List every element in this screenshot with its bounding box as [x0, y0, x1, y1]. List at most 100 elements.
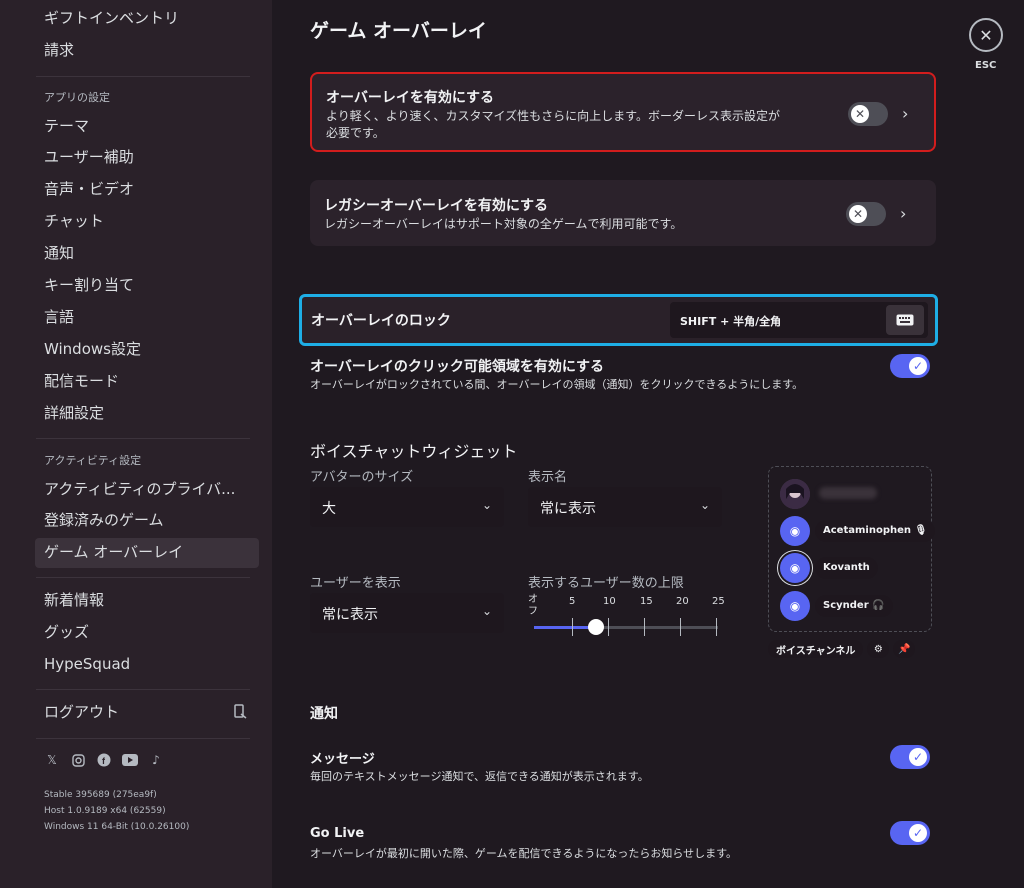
discord-icon: ◉ — [780, 591, 810, 621]
user-limit-slider-handle[interactable] — [588, 619, 604, 635]
sidebar-item-windows-settings[interactable]: Windows設定 — [44, 338, 141, 360]
enable-overlay-card[interactable]: オーバーレイを有効にする より軽く、より速く、カスタマイズ性もさらに向上します。… — [310, 72, 936, 152]
chevron-right-icon[interactable]: › — [902, 104, 908, 123]
discord-icon: ◉ — [780, 516, 810, 546]
check-icon: ✓ — [909, 357, 927, 375]
avatar-size-select[interactable]: 大 ⌄ — [310, 487, 504, 527]
sidebar-item-language[interactable]: 言語 — [44, 306, 74, 328]
show-users-select[interactable]: 常に表示 ⌄ — [310, 593, 504, 633]
settings-sidebar: ギフトインベントリ 請求 アプリの設定 テーマ ユーザー補助 音声・ビデオ チャ… — [0, 0, 272, 888]
avatar-size-value: 大 — [322, 501, 336, 517]
legacy-overlay-card[interactable]: レガシーオーバーレイを有効にする レガシーオーバーレイはサポート対象の全ゲームで… — [310, 180, 936, 246]
sidebar-item-notifications[interactable]: 通知 — [44, 242, 74, 264]
chevron-down-icon: ⌄ — [699, 498, 710, 512]
chevron-down-icon: ⌄ — [481, 498, 492, 512]
slider-tick-20: 20 — [676, 596, 689, 607]
sidebar-item-hypesquad[interactable]: HypeSquad — [44, 653, 130, 675]
slider-mark — [644, 618, 645, 636]
sidebar-header-app-settings: アプリの設定 — [44, 91, 110, 104]
sidebar-item-billing[interactable]: 請求 — [44, 39, 74, 61]
user-limit-label: 表示するユーザー数の上限 — [528, 576, 684, 591]
slider-tick-25: 25 — [712, 596, 725, 607]
message-notif-toggle[interactable]: ✓ — [890, 745, 930, 769]
x-icon[interactable]: 𝕏 — [44, 752, 60, 768]
golive-notif-title: Go Live — [310, 826, 365, 841]
voice-channel-bar: ボイスチャンネル ⚙ 📌 — [768, 640, 916, 658]
keybind-text: SHIFT + 半角/全角 — [680, 315, 782, 328]
preview-user-name: Kovanth — [815, 557, 878, 579]
instagram-icon[interactable] — [70, 752, 86, 768]
social-links: 𝕏 f ♪ — [44, 752, 164, 768]
golive-notif-toggle[interactable]: ✓ — [890, 821, 930, 845]
sidebar-divider — [36, 738, 250, 739]
preview-user-name: Scynder 🎧 — [815, 595, 893, 617]
pin-icon[interactable]: 📌 — [893, 640, 916, 658]
voice-widget-heading: ボイスチャットウィジェット — [310, 442, 518, 461]
version-stable: Stable 395689 (275ea9f) — [44, 790, 157, 800]
logout-icon — [234, 704, 248, 724]
sidebar-item-whats-new[interactable]: 新着情報 — [44, 589, 104, 611]
voice-channel-chip[interactable]: ボイスチャンネル — [768, 640, 864, 658]
legacy-overlay-title: レガシーオーバーレイを有効にする — [324, 198, 548, 214]
notifications-heading: 通知 — [310, 706, 338, 722]
slider-tick-5: 5 — [569, 596, 576, 607]
golive-notif-desc: オーバーレイが最初に開いた際、ゲームを配信できるようになったらお知らせします。 — [310, 847, 738, 860]
slider-tick-off: オフ — [528, 594, 538, 617]
enable-overlay-desc-2: 必要です。 — [326, 126, 385, 140]
facebook-icon[interactable]: f — [96, 752, 112, 768]
page-title: ゲーム オーバーレイ — [310, 20, 487, 42]
sidebar-item-gift-inventory[interactable]: ギフトインベントリ — [44, 7, 179, 29]
overlay-lock-title: オーバーレイのロック — [311, 313, 451, 329]
display-name-value: 常に表示 — [540, 501, 596, 517]
slider-mark — [572, 618, 573, 636]
overlay-lock-row: オーバーレイのロック SHIFT + 半角/全角 — [299, 294, 938, 346]
enable-overlay-toggle[interactable]: ✕ — [848, 102, 888, 126]
slider-mark — [608, 618, 609, 636]
clickable-region-title: オーバーレイのクリック可能領域を有効にする — [310, 359, 604, 375]
gear-icon[interactable]: ⚙ — [867, 640, 890, 658]
version-os: Windows 11 64-Bit (10.0.26100) — [44, 822, 190, 832]
slider-tick-15: 15 — [640, 596, 653, 607]
sidebar-divider — [36, 577, 250, 578]
keyboard-icon[interactable] — [886, 305, 924, 335]
sidebar-header-activity-settings: アクティビティ設定 — [44, 454, 142, 467]
settings-content: ゲーム オーバーレイ オーバーレイを有効にする より軽く、より速く、カスタマイズ… — [272, 0, 1024, 888]
sidebar-item-advanced[interactable]: 詳細設定 — [44, 402, 104, 424]
message-notif-title: メッセージ — [310, 752, 375, 767]
sidebar-item-theme[interactable]: テーマ — [44, 115, 89, 137]
sidebar-divider — [36, 76, 250, 77]
sidebar-divider — [36, 438, 250, 439]
discord-icon: ◉ — [780, 553, 810, 583]
version-host: Host 1.0.9189 x64 (62559) — [44, 806, 166, 816]
sidebar-item-keybinds[interactable]: キー割り当て — [44, 274, 134, 296]
clickable-region-toggle[interactable]: ✓ — [890, 354, 930, 378]
check-icon: ✓ — [909, 748, 927, 766]
tiktok-icon[interactable]: ♪ — [148, 752, 164, 768]
mute-icon: 🎙 — [914, 525, 928, 536]
toggle-off-icon: ✕ — [851, 105, 869, 123]
sidebar-item-merch[interactable]: グッズ — [44, 621, 89, 643]
enable-overlay-title: オーバーレイを有効にする — [326, 90, 494, 106]
youtube-icon[interactable] — [122, 752, 138, 768]
sidebar-item-game-overlay[interactable]: ゲーム オーバーレイ — [44, 541, 183, 563]
chevron-down-icon: ⌄ — [481, 604, 492, 618]
sidebar-item-chat[interactable]: チャット — [44, 210, 104, 232]
sidebar-item-accessibility[interactable]: ユーザー補助 — [44, 146, 134, 168]
sidebar-item-logout[interactable]: ログアウト — [44, 701, 119, 723]
legacy-overlay-desc: レガシーオーバーレイはサポート対象の全ゲームで利用可能です。 — [324, 217, 683, 231]
sidebar-item-streamer-mode[interactable]: 配信モード — [44, 370, 119, 392]
esc-label: ESC — [975, 60, 997, 71]
close-icon[interactable]: ✕ — [969, 18, 1003, 52]
sidebar-item-voice-video[interactable]: 音声・ビデオ — [44, 178, 134, 200]
enable-overlay-desc-1: より軽く、より速く、カスタマイズ性もさらに向上します。ボーダーレス表示設定が — [326, 109, 780, 123]
sidebar-divider — [36, 689, 250, 690]
sidebar-item-activity-privacy[interactable]: アクティビティのプライバ... — [44, 478, 235, 500]
sidebar-item-registered-games[interactable]: 登録済みのゲーム — [44, 509, 164, 531]
overlay-lock-keybind[interactable]: SHIFT + 半角/全角 — [670, 302, 928, 338]
avatar — [780, 479, 810, 509]
legacy-overlay-toggle[interactable]: ✕ — [846, 202, 886, 226]
chevron-right-icon[interactable]: › — [900, 204, 906, 223]
display-name-select[interactable]: 常に表示 ⌄ — [528, 487, 722, 527]
toggle-off-icon: ✕ — [849, 205, 867, 223]
voice-widget-preview: ◉ Acetaminophen 🎙 ◉ Kovanth ◉ Scynder 🎧 — [768, 466, 936, 632]
